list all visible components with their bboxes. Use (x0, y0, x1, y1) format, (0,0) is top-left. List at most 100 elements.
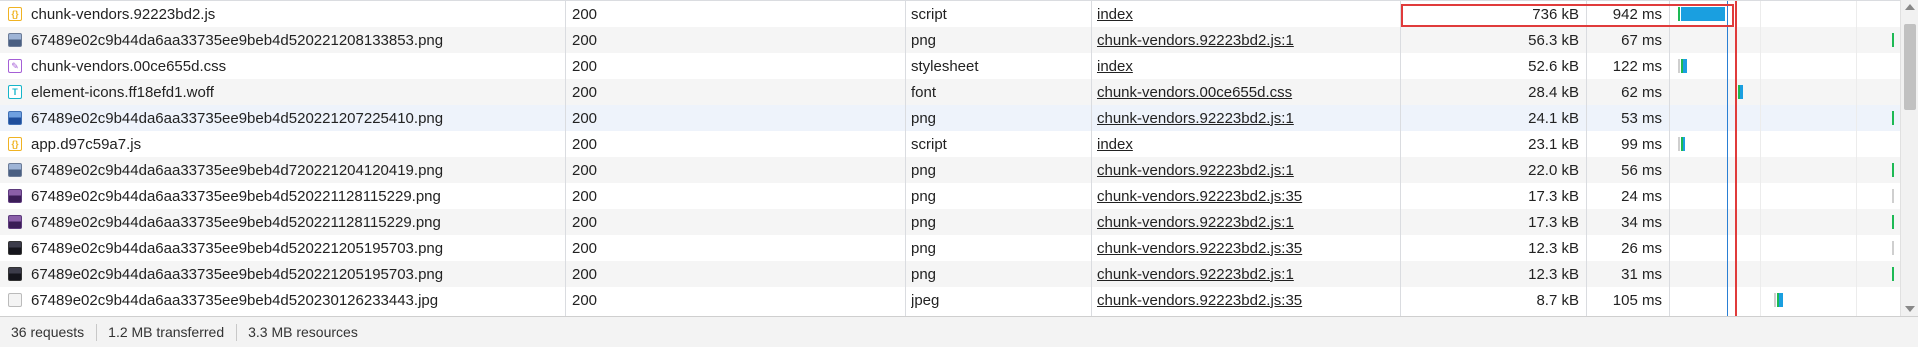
image-file-icon (8, 293, 22, 307)
waterfall-download-bar (1779, 293, 1783, 307)
table-row[interactable]: T element-icons.ff18efd1.woff 200 font c… (0, 79, 1900, 105)
status-cell: 200 (572, 57, 598, 75)
request-name-cell[interactable]: ✎ chunk-vendors.00ce655d.css (8, 53, 564, 79)
status-cell: 200 (572, 265, 598, 283)
request-name-cell[interactable]: T element-icons.ff18efd1.woff (8, 79, 564, 105)
waterfall-wait-bar (1892, 215, 1894, 229)
type-cell: png (911, 265, 937, 283)
network-summary-bar: 36 requests 1.2 MB transferred 3.3 MB re… (0, 316, 1918, 347)
waterfall-cell (1670, 53, 1900, 79)
request-name: 67489e02c9b44da6aa33735ee9beb4d520221205… (31, 265, 444, 283)
table-row[interactable]: 67489e02c9b44da6aa33735ee9beb4d520221207… (0, 105, 1900, 131)
waterfall-wait-bar (1892, 267, 1894, 281)
table-row[interactable]: ✎ chunk-vendors.00ce655d.css 200 stylesh… (0, 53, 1900, 79)
initiator-link[interactable]: index (1097, 136, 1133, 153)
initiator-link[interactable]: chunk-vendors.92223bd2.js:1 (1097, 32, 1294, 49)
column-divider[interactable] (1586, 1, 1587, 316)
waterfall-cell (1670, 235, 1900, 261)
column-divider[interactable] (905, 1, 906, 316)
column-divider[interactable] (1669, 1, 1670, 316)
image-file-icon (8, 111, 22, 125)
size-cell: 8.7 kB (1536, 291, 1579, 309)
initiator-link[interactable]: chunk-vendors.92223bd2.js:35 (1097, 240, 1302, 257)
waterfall-cell (1670, 131, 1900, 157)
time-cell: 26 ms (1621, 239, 1662, 257)
initiator-link[interactable]: chunk-vendors.92223bd2.js:1 (1097, 110, 1294, 127)
column-divider[interactable] (1400, 1, 1401, 316)
time-cell: 34 ms (1621, 213, 1662, 231)
request-name-cell[interactable]: 67489e02c9b44da6aa33735ee9beb4d520230126… (8, 287, 564, 313)
table-row[interactable]: 67489e02c9b44da6aa33735ee9beb4d520221128… (0, 183, 1900, 209)
type-cell: png (911, 31, 937, 49)
initiator-link[interactable]: chunk-vendors.92223bd2.js:35 (1097, 188, 1302, 205)
waterfall-cell (1670, 183, 1900, 209)
vertical-scrollbar[interactable] (1900, 0, 1918, 316)
type-cell: script (911, 5, 947, 23)
waterfall-queue-bar (1678, 137, 1680, 151)
column-divider[interactable] (1091, 1, 1092, 316)
initiator-link[interactable]: index (1097, 6, 1133, 23)
request-name-cell[interactable]: 67489e02c9b44da6aa33735ee9beb4d520221128… (8, 209, 564, 235)
image-file-icon (8, 241, 22, 255)
highlight-annotation-box (1401, 4, 1734, 27)
time-cell: 24 ms (1621, 187, 1662, 205)
network-request-table: {} chunk-vendors.92223bd2.js 200 script … (0, 0, 1900, 316)
waterfall-queue-bar (1892, 241, 1894, 255)
table-row[interactable]: 67489e02c9b44da6aa33735ee9beb4d520221205… (0, 261, 1900, 287)
initiator-link[interactable]: chunk-vendors.92223bd2.js:1 (1097, 266, 1294, 283)
column-divider[interactable] (565, 1, 566, 316)
js-file-icon: {} (8, 7, 22, 21)
waterfall-download-bar (1683, 137, 1685, 151)
time-cell: 53 ms (1621, 109, 1662, 127)
waterfall-queue-bar (1678, 59, 1680, 73)
time-cell: 99 ms (1621, 135, 1662, 153)
request-name: 67489e02c9b44da6aa33735ee9beb4d520221128… (31, 213, 441, 231)
status-cell: 200 (572, 187, 598, 205)
waterfall-cell (1670, 287, 1900, 313)
request-name-cell[interactable]: 67489e02c9b44da6aa33735ee9beb4d720221204… (8, 157, 564, 183)
status-cell: 200 (572, 5, 598, 23)
time-cell: 67 ms (1621, 31, 1662, 49)
resources-size: 3.3 MB resources (248, 324, 358, 340)
table-row[interactable]: 67489e02c9b44da6aa33735ee9beb4d520221205… (0, 235, 1900, 261)
table-row[interactable]: 67489e02c9b44da6aa33735ee9beb4d520230126… (0, 287, 1900, 313)
table-row[interactable]: 67489e02c9b44da6aa33735ee9beb4d520221208… (0, 27, 1900, 53)
request-name: 67489e02c9b44da6aa33735ee9beb4d520221207… (31, 109, 444, 127)
scroll-down-arrow-icon[interactable] (1905, 306, 1915, 312)
scroll-up-arrow-icon[interactable] (1905, 4, 1915, 10)
waterfall-cell (1670, 27, 1900, 53)
initiator-link[interactable]: chunk-vendors.00ce655d.css (1097, 84, 1292, 101)
request-name: 67489e02c9b44da6aa33735ee9beb4d520221205… (31, 239, 444, 257)
size-cell: 24.1 kB (1528, 109, 1579, 127)
status-cell: 200 (572, 291, 598, 309)
request-name: 67489e02c9b44da6aa33735ee9beb4d720221204… (31, 161, 444, 179)
initiator-link[interactable]: index (1097, 58, 1133, 75)
request-name-cell[interactable]: {} chunk-vendors.92223bd2.js (8, 1, 564, 27)
request-count: 36 requests (0, 323, 98, 341)
image-file-icon (8, 163, 22, 177)
table-row[interactable]: 67489e02c9b44da6aa33735ee9beb4d520221128… (0, 209, 1900, 235)
request-name-cell[interactable]: {} app.d97c59a7.js (8, 131, 564, 157)
image-file-icon (8, 215, 22, 229)
type-cell: stylesheet (911, 57, 979, 75)
request-name: app.d97c59a7.js (31, 135, 142, 153)
table-row[interactable]: {} app.d97c59a7.js 200 script index 23.1… (0, 131, 1900, 157)
request-name-cell[interactable]: 67489e02c9b44da6aa33735ee9beb4d520221208… (8, 27, 564, 53)
request-name-cell[interactable]: 67489e02c9b44da6aa33735ee9beb4d520221205… (8, 261, 564, 287)
waterfall-queue-bar (1892, 189, 1894, 203)
table-row[interactable]: 67489e02c9b44da6aa33735ee9beb4d720221204… (0, 157, 1900, 183)
time-cell: 62 ms (1621, 83, 1662, 101)
status-cell: 200 (572, 239, 598, 257)
initiator-link[interactable]: chunk-vendors.92223bd2.js:1 (1097, 162, 1294, 179)
size-cell: 28.4 kB (1528, 83, 1579, 101)
js-file-icon: {} (8, 137, 22, 151)
request-name-cell[interactable]: 67489e02c9b44da6aa33735ee9beb4d520221207… (8, 105, 564, 131)
request-name-cell[interactable]: 67489e02c9b44da6aa33735ee9beb4d520221128… (8, 183, 564, 209)
initiator-link[interactable]: chunk-vendors.92223bd2.js:1 (1097, 214, 1294, 231)
initiator-link[interactable]: chunk-vendors.92223bd2.js:35 (1097, 292, 1302, 309)
scroll-thumb[interactable] (1904, 24, 1916, 110)
status-cell: 200 (572, 83, 598, 101)
size-cell: 52.6 kB (1528, 57, 1579, 75)
request-name-cell[interactable]: 67489e02c9b44da6aa33735ee9beb4d520221205… (8, 235, 564, 261)
size-cell: 23.1 kB (1528, 135, 1579, 153)
